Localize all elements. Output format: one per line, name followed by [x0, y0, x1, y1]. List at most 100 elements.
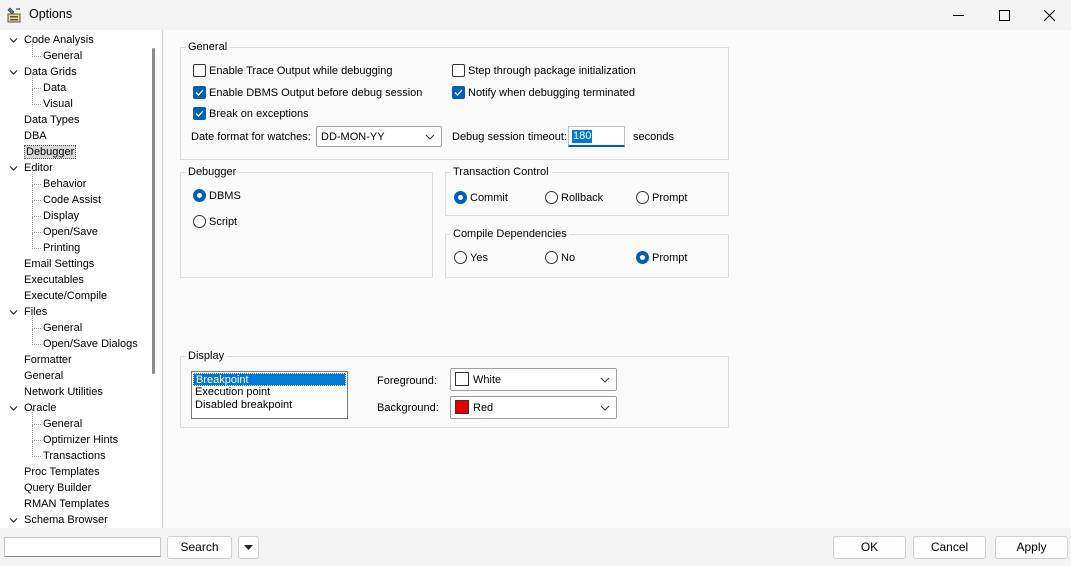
tree-item-label: Open/Save Dialogs [43, 338, 138, 350]
tree-item[interactable]: Schema Browser [24, 513, 108, 527]
tree-item[interactable]: Query Builder [24, 481, 91, 495]
chevron-down-icon[interactable] [9, 164, 18, 173]
tree-connector [32, 424, 41, 425]
tree-item[interactable]: Open/Save [43, 225, 98, 239]
no-radio-circle[interactable] [545, 251, 558, 264]
list-item[interactable]: Disabled breakpoint [193, 399, 346, 412]
tree-item[interactable]: Email Settings [24, 257, 94, 271]
tree-item[interactable]: Oracle [24, 401, 56, 415]
notify-terminated-box[interactable] [452, 86, 465, 99]
tree-item-label: General [43, 50, 83, 62]
cancel-button[interactable]: Cancel [913, 536, 986, 559]
tree-item[interactable]: Execute/Compile [24, 289, 107, 303]
enable-dbms-box[interactable] [193, 86, 206, 99]
commit-radio-circle[interactable] [454, 191, 467, 204]
background-value: Red [473, 402, 494, 414]
tree-item[interactable]: Open/Save Dialogs [43, 337, 138, 351]
tree-item-label: Code Assist [43, 194, 102, 206]
check-icon [195, 110, 204, 117]
tree-item[interactable]: General [24, 369, 63, 383]
rollback-radio-circle[interactable] [545, 191, 558, 204]
timeout-label: Debug session timeout: [452, 131, 567, 143]
ok-button[interactable]: OK [833, 536, 906, 559]
display-item-list[interactable]: Breakpoint Execution point Disabled brea… [191, 371, 348, 419]
chevron-down-icon[interactable] [9, 516, 18, 525]
background-combo[interactable]: Red [450, 396, 617, 419]
step-through-box[interactable] [452, 64, 465, 77]
tree-item[interactable]: Editor [24, 161, 53, 175]
background-label: Background: [377, 402, 439, 414]
script-radio-circle[interactable] [193, 215, 206, 228]
list-item[interactable]: Breakpoint [193, 373, 346, 386]
prompt-tx-radio-label: Prompt [652, 192, 688, 204]
tree-item[interactable]: Proc Templates [24, 465, 100, 479]
tree-connector [32, 200, 41, 201]
tree-scrollbar[interactable] [152, 48, 155, 374]
tree-item[interactable]: Visual [43, 97, 73, 111]
search-button[interactable]: Search [167, 536, 232, 559]
tree-connector [32, 169, 33, 185]
tree-item[interactable]: Optimizer Hints [43, 433, 118, 447]
chevron-down-icon[interactable] [9, 36, 18, 45]
prompt-tx-radio-circle[interactable] [636, 191, 649, 204]
tree-connector [32, 56, 41, 57]
options-tree[interactable]: Code Analysis General Data Grids Data Visual… [0, 30, 163, 528]
tree-item[interactable]: General [43, 49, 82, 63]
tree-connector [32, 409, 33, 425]
tree-item[interactable]: RMAN Templates [24, 497, 109, 511]
timeout-input[interactable]: 180 [568, 126, 625, 147]
tree-connector [32, 440, 41, 441]
tree-item-label: Printing [43, 242, 81, 254]
tree-item[interactable]: DBA [24, 129, 47, 143]
tree-item-label: Behavior [43, 178, 87, 190]
tree-item[interactable]: Network Utilities [24, 385, 103, 399]
search-options-dropdown[interactable] [238, 536, 259, 559]
timeout-unit: seconds [633, 131, 674, 143]
tree-item[interactable]: Executables [24, 273, 84, 287]
tree-item[interactable]: Code Assist [43, 193, 101, 207]
tree-item[interactable]: Transactions [43, 449, 106, 463]
list-item[interactable]: Execution point [193, 386, 346, 399]
background-swatch [455, 400, 469, 414]
tree-item[interactable]: Debugger [24, 145, 77, 159]
tree-item-label: Execute/Compile [24, 290, 108, 302]
close-button[interactable] [1026, 0, 1071, 30]
tree-item[interactable]: Data [43, 81, 66, 95]
dbms-radio-circle[interactable] [193, 189, 206, 202]
maximize-button[interactable] [981, 0, 1027, 30]
foreground-combo[interactable]: White [450, 368, 617, 391]
search-input[interactable] [4, 537, 161, 557]
minimize-button[interactable] [935, 0, 981, 30]
tree-item[interactable]: Data Types [24, 113, 79, 127]
tree-connector [32, 217, 33, 233]
tree-connector [32, 216, 41, 217]
chevron-down-icon[interactable] [9, 68, 18, 77]
chevron-down-icon[interactable] [9, 404, 18, 413]
tree-item[interactable]: Behavior [43, 177, 86, 191]
tree-item[interactable]: Display [43, 209, 79, 223]
debugger-options-panel: General Enable Trace Output while debugg… [164, 30, 1071, 528]
yes-radio-circle[interactable] [454, 251, 467, 264]
rollback-radio-label: Rollback [561, 192, 604, 204]
tree-item[interactable]: Files [24, 305, 47, 319]
tree-item[interactable]: Code Analysis [24, 33, 94, 47]
tree-item-label: General [24, 370, 64, 382]
tree-item-label: Visual [43, 98, 73, 110]
apply-button[interactable]: Apply [995, 536, 1068, 559]
tree-connector [32, 425, 33, 441]
tree-connector [32, 41, 33, 57]
tree-item-label: Code Analysis [24, 34, 94, 46]
enable-trace-box[interactable] [193, 64, 206, 77]
tree-item[interactable]: General [43, 417, 82, 431]
tree-item[interactable]: General [43, 321, 82, 335]
tree-connector [32, 313, 33, 329]
tree-item-label: Formatter [24, 354, 72, 366]
tree-item-label: Query Builder [24, 482, 92, 494]
date-format-label: Date format for watches: [191, 131, 311, 143]
tree-item[interactable]: Formatter [24, 353, 72, 367]
chevron-down-icon[interactable] [9, 308, 18, 317]
break-exceptions-box[interactable] [193, 107, 206, 120]
date-format-combo[interactable]: DD-MON-YY [316, 126, 442, 147]
prompt-cd-radio-circle[interactable] [636, 251, 649, 264]
tree-item[interactable]: Printing [43, 241, 80, 255]
